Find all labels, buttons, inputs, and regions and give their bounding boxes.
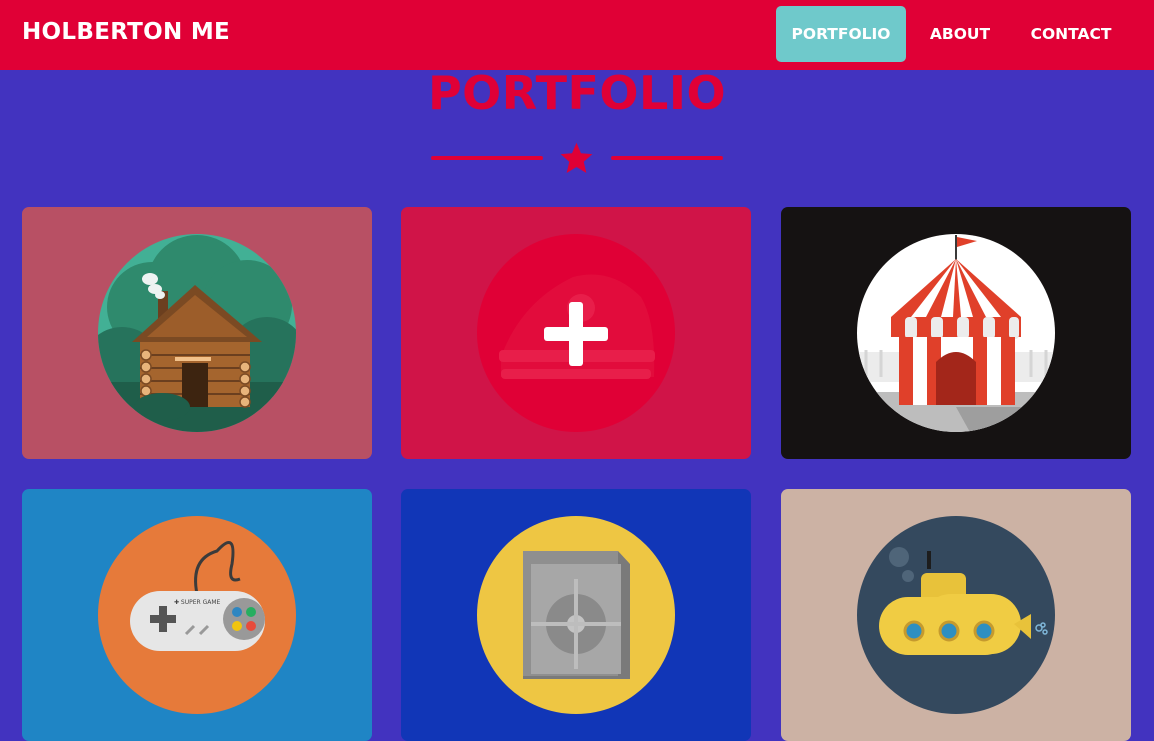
nav-item-contact[interactable]: CONTACT [1016,6,1126,62]
navbar: HOLBERTON ME PORTFOLIO ABOUT CONTACT [0,0,1154,70]
portfolio-item-log-cabin[interactable] [22,207,372,459]
portfolio-item-circus-tent[interactable] [781,207,1131,459]
portfolio-item-game-controller[interactable]: ✚ SUPER GAME [22,489,372,741]
portfolio-item-cake[interactable] [401,207,751,459]
nav-item-about[interactable]: ABOUT [915,6,1005,62]
brand-logo[interactable]: HOLBERTON ME [22,19,230,45]
divider-line-right [611,156,723,160]
log-cabin-icon [98,234,296,432]
divider-line-left [431,156,543,160]
svg-text:✚ SUPER GAME: ✚ SUPER GAME [174,599,221,606]
nav-item-portfolio[interactable]: PORTFOLIO [776,6,906,62]
submarine-icon [857,516,1055,714]
section-title: PORTFOLIO [427,66,727,120]
plus-icon[interactable] [401,207,751,459]
game-controller-icon: ✚ SUPER GAME [98,516,296,714]
safe-icon [477,516,675,714]
portfolio-item-submarine[interactable] [781,489,1131,741]
circus-tent-icon [857,234,1055,432]
star-icon [560,142,593,173]
portfolio-item-safe[interactable] [401,489,751,741]
